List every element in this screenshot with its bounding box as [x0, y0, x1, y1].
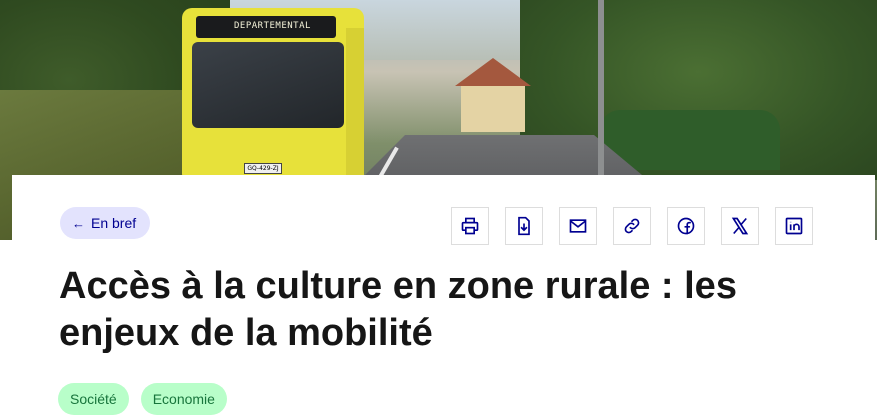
hero-house — [455, 58, 531, 133]
x-icon — [731, 217, 749, 235]
link-icon — [624, 218, 640, 234]
mail-icon — [569, 219, 587, 233]
x-share-button[interactable] — [721, 207, 759, 245]
share-toolbar — [451, 207, 813, 245]
tag-societe[interactable]: Société — [58, 383, 129, 415]
linkedin-share-button[interactable] — [775, 207, 813, 245]
bus-side — [346, 28, 364, 178]
copy-link-button[interactable] — [613, 207, 651, 245]
hero-street-pole — [598, 0, 604, 175]
bus-windshield — [192, 42, 344, 128]
bus-license-plate: GQ-429-ZJ — [244, 163, 282, 174]
article-tags: Société Economie — [58, 383, 227, 415]
article-header-card: ← En bref Accès à la culture en zone rur… — [12, 175, 875, 420]
mail-button[interactable] — [559, 207, 597, 245]
download-icon — [518, 216, 530, 236]
back-to-en-bref-link[interactable]: ← En bref — [60, 207, 151, 239]
download-button[interactable] — [505, 207, 543, 245]
hero-bus: DEPARTEMENTAL GQ-429-ZJ — [182, 8, 364, 178]
print-icon — [461, 217, 479, 235]
linkedin-icon — [785, 217, 803, 235]
arrow-left-icon: ← — [72, 215, 85, 231]
article-title: Accès à la culture en zone rurale : les … — [59, 265, 737, 354]
print-button[interactable] — [451, 207, 489, 245]
hero-hedge — [600, 110, 780, 170]
bus-sign-text: DEPARTEMENTAL — [234, 21, 311, 31]
back-link-label: En bref — [91, 215, 137, 231]
tag-economie[interactable]: Economie — [140, 383, 227, 415]
facebook-icon — [677, 217, 695, 235]
facebook-share-button[interactable] — [667, 207, 705, 245]
bus-destination-sign: DEPARTEMENTAL — [196, 16, 336, 38]
